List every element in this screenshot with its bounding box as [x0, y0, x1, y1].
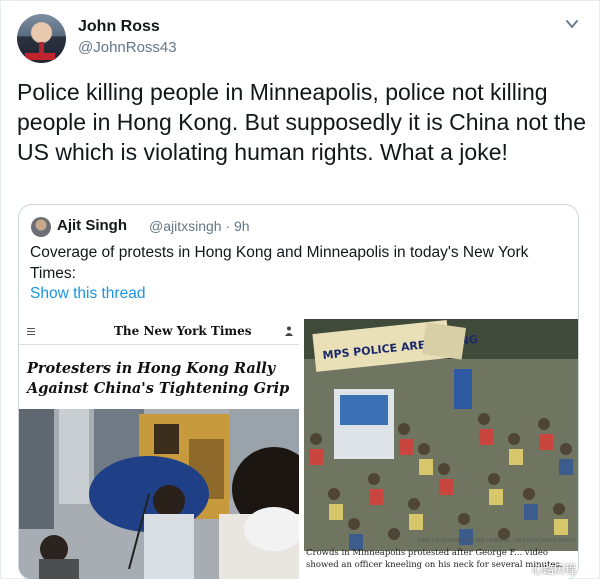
avatar-banner-shape [25, 53, 55, 60]
tweet-card[interactable]: John Ross @JohnRoss43 Police killing peo… [0, 0, 600, 579]
quoted-author-avatar[interactable] [31, 217, 51, 237]
tweet-text: Police killing people in Minneapolis, po… [17, 79, 586, 165]
quoted-author-handle[interactable]: @ajitxsingh [149, 218, 222, 234]
author-handle[interactable]: @JohnRoss43 [78, 39, 177, 56]
wechat-watermark: 心路历程 [532, 564, 576, 576]
hong-kong-photo [19, 409, 299, 579]
quoted-tweet[interactable]: Ajit Singh @ajitxsingh · 9h Coverage of … [18, 204, 579, 579]
menu-icon [27, 328, 35, 335]
nyt-header: The New York Times [19, 319, 299, 345]
media-image-hong-kong[interactable]: The New York Times Protesters in Hong Ko… [19, 319, 299, 579]
quoted-author-meta: @ajitxsingh · 9h [149, 218, 250, 234]
quoted-media[interactable]: The New York Times Protesters in Hong Ko… [19, 319, 578, 579]
author-name[interactable]: John Ross [78, 18, 160, 36]
chevron-down-icon[interactable] [565, 17, 579, 31]
show-thread-link[interactable]: Show this thread [30, 285, 145, 303]
photo-credit: CARLOS GONZALEZ/STAR TRIBUNE, VIA ASSOCI… [417, 538, 576, 544]
quoted-time[interactable]: · 9h [225, 218, 249, 234]
quoted-tweet-text: Coverage of protests in Hong Kong and Mi… [30, 244, 529, 282]
quoted-author-name[interactable]: Ajit Singh [57, 217, 127, 234]
user-icon [285, 326, 293, 336]
article-headline: Protesters in Hong Kong Rally Against Ch… [27, 360, 290, 397]
author-avatar[interactable] [17, 14, 66, 63]
media-image-minneapolis[interactable]: MPS POLICE ARE KILLING CARLOS GONZALEZ/S… [304, 319, 578, 579]
minneapolis-crowd-photo: MPS POLICE ARE KILLING [304, 319, 578, 551]
nyt-masthead: The New York Times [114, 324, 252, 338]
